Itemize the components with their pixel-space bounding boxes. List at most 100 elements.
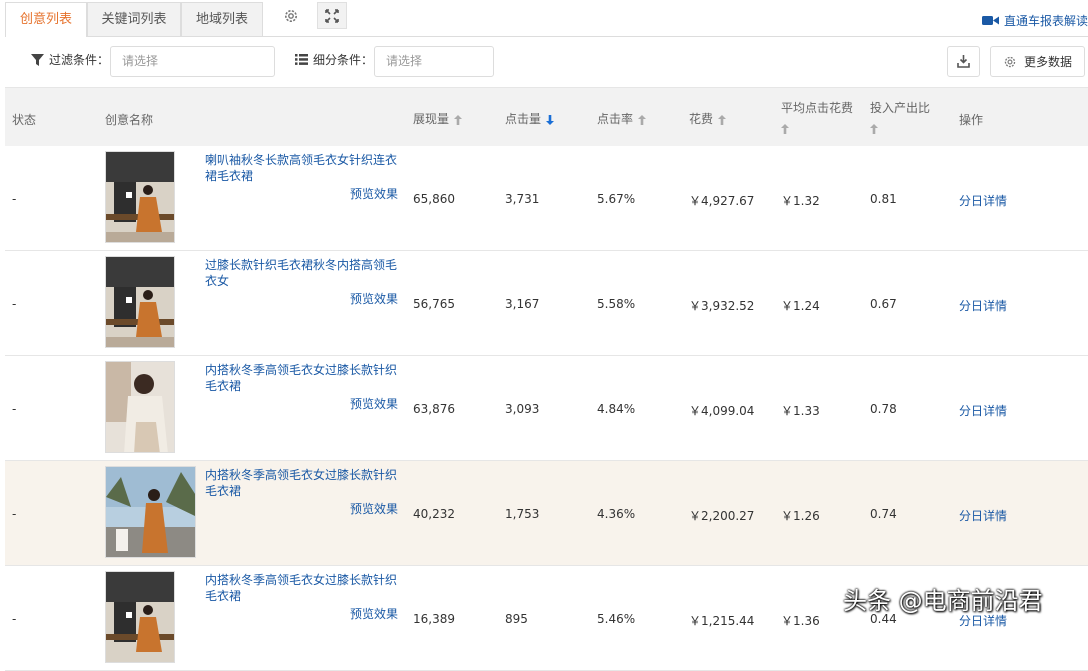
settings-tab[interactable]: [276, 2, 306, 29]
filter-label-text: 过滤条件：: [49, 53, 110, 67]
segment-select[interactable]: 请选择: [374, 46, 494, 77]
expand-icon: [325, 8, 339, 23]
col-cost-header[interactable]: 花费: [689, 110, 727, 127]
download-button[interactable]: [947, 46, 980, 77]
segment-label-text: 细分条件：: [313, 53, 374, 67]
cell-ctr: 4.84%: [597, 402, 636, 416]
daily-detail-link[interactable]: 分日详情: [959, 192, 1007, 209]
cell-roi: 0.67: [870, 297, 897, 311]
filter-label: 过滤条件：: [31, 51, 109, 68]
list-icon: [295, 54, 308, 65]
sort-up-icon: [718, 114, 727, 125]
table-row: - 喇叭袖秋冬长款高领毛衣女针织连衣裙毛衣裙 预览效果 65,860 3,731…: [5, 146, 1088, 251]
cell-ctr: 5.58%: [597, 297, 636, 311]
cell-avg-cpc: ￥1.33: [781, 404, 820, 418]
col-name: 创意名称: [105, 113, 154, 127]
daily-detail-link[interactable]: 分日详情: [959, 297, 1007, 314]
col-status: 状态: [12, 113, 37, 127]
cell-impressions: 16,389: [413, 612, 455, 626]
gear-icon: [285, 9, 297, 22]
col-clicks-header[interactable]: 点击量: [505, 110, 555, 127]
cell-avg-cpc: ￥1.24: [781, 299, 820, 313]
cell-cost: ￥3,932.52: [689, 299, 755, 313]
table-row: - 过膝长款针织毛衣裙秋冬内搭高领毛衣女 预览效果 56,765 3,167 5…: [5, 251, 1088, 356]
watermark: 头条 @电商前沿君: [843, 587, 1043, 615]
col-impressions-header[interactable]: 展现量: [413, 110, 463, 127]
cell-clicks: 1,753: [505, 507, 540, 521]
creative-name-link[interactable]: 内搭秋冬季高领毛衣女过膝长款针织毛衣裙: [205, 362, 401, 394]
daily-detail-link[interactable]: 分日详情: [959, 507, 1007, 524]
col-cost: 花费: [689, 112, 714, 126]
table-header: 状态 创意名称 展现量 点击量 点击率 花费 平均点击花费 投入产出比 操作: [5, 87, 1088, 146]
download-icon: [957, 55, 970, 68]
row-status: -: [12, 612, 17, 626]
row-status: -: [12, 402, 17, 416]
creative-name-link[interactable]: 内搭秋冬季高领毛衣女过膝长款针织毛衣裙: [205, 572, 401, 604]
cell-impressions: 40,232: [413, 507, 455, 521]
report-guide-label: 直通车报表解读: [1003, 14, 1088, 28]
creative-name-link[interactable]: 内搭秋冬季高领毛衣女过膝长款针织毛衣裙: [205, 467, 401, 499]
cell-roi: 0.81: [870, 192, 897, 206]
col-ctr: 点击率: [597, 112, 634, 126]
table-row: - 内搭秋冬季高领毛衣女过膝长款针织毛衣裙 预览效果 63,876 3,093 …: [5, 356, 1088, 461]
col-impressions: 展现量: [413, 112, 450, 126]
cell-ctr: 5.67%: [597, 192, 636, 206]
preview-link[interactable]: 预览效果: [350, 395, 398, 412]
col-action: 操作: [959, 113, 984, 127]
video-icon: [981, 16, 999, 25]
tab-region-list[interactable]: 地域列表: [181, 2, 263, 36]
product-thumbnail[interactable]: [105, 256, 175, 348]
col-clicks: 点击量: [505, 112, 542, 126]
cell-cost: ￥4,099.04: [689, 404, 755, 418]
filter-bar: 过滤条件： 请选择 细分条件： 请选择 更多数据: [5, 37, 1088, 87]
col-avg-cpc-header[interactable]: 平均点击花费: [781, 99, 853, 134]
cell-clicks: 895: [505, 612, 528, 626]
sort-down-icon: [546, 114, 555, 125]
filter-icon: [31, 53, 44, 66]
product-thumbnail[interactable]: [105, 466, 196, 558]
product-thumbnail[interactable]: [105, 361, 175, 453]
row-status: -: [12, 297, 17, 311]
tab-creative-list[interactable]: 创意列表: [5, 2, 87, 37]
cell-ctr: 4.36%: [597, 507, 636, 521]
creative-name-link[interactable]: 过膝长款针织毛衣裙秋冬内搭高领毛衣女: [205, 257, 401, 289]
cell-avg-cpc: ￥1.26: [781, 509, 820, 523]
sort-up-icon: [454, 114, 463, 125]
row-status: -: [12, 507, 17, 521]
segment-label: 细分条件：: [295, 51, 373, 68]
more-data-label: 更多数据: [1023, 55, 1072, 69]
cell-impressions: 56,765: [413, 297, 455, 311]
product-thumbnail[interactable]: [105, 151, 175, 243]
cell-impressions: 65,860: [413, 192, 455, 206]
preview-link[interactable]: 预览效果: [350, 185, 398, 202]
col-ctr-header[interactable]: 点击率: [597, 110, 647, 127]
cell-roi: 0.78: [870, 402, 897, 416]
cell-avg-cpc: ￥1.36: [781, 614, 820, 628]
tab-bar: 创意列表 关键词列表 地域列表 直通车报表解读: [5, 0, 1088, 37]
product-thumbnail[interactable]: [105, 571, 175, 663]
preview-link[interactable]: 预览效果: [350, 605, 398, 622]
cell-clicks: 3,167: [505, 297, 540, 311]
col-roi: 投入产出比: [870, 101, 931, 115]
creative-name-link[interactable]: 喇叭袖秋冬长款高领毛衣女针织连衣裙毛衣裙: [205, 152, 401, 184]
row-status: -: [12, 192, 17, 206]
cell-impressions: 63,876: [413, 402, 455, 416]
cell-clicks: 3,093: [505, 402, 540, 416]
cell-roi: 0.74: [870, 507, 897, 521]
daily-detail-link[interactable]: 分日详情: [959, 402, 1007, 419]
sort-up-icon: [638, 114, 647, 125]
preview-link[interactable]: 预览效果: [350, 500, 398, 517]
tab-keyword-list[interactable]: 关键词列表: [87, 2, 181, 36]
filter-select[interactable]: 请选择: [110, 46, 275, 77]
col-avg-cpc: 平均点击花费: [781, 101, 854, 115]
cell-cost: ￥2,200.27: [689, 509, 755, 523]
col-roi-header[interactable]: 投入产出比: [870, 99, 930, 134]
sort-up-icon: [870, 124, 878, 134]
preview-link[interactable]: 预览效果: [350, 290, 398, 307]
report-guide-link[interactable]: 直通车报表解读: [981, 12, 1088, 29]
cell-cost: ￥4,927.67: [689, 194, 755, 208]
fullscreen-tab[interactable]: [317, 2, 347, 29]
more-data-button[interactable]: 更多数据: [990, 46, 1085, 77]
gear-icon: [1004, 56, 1016, 67]
cell-clicks: 3,731: [505, 192, 540, 206]
